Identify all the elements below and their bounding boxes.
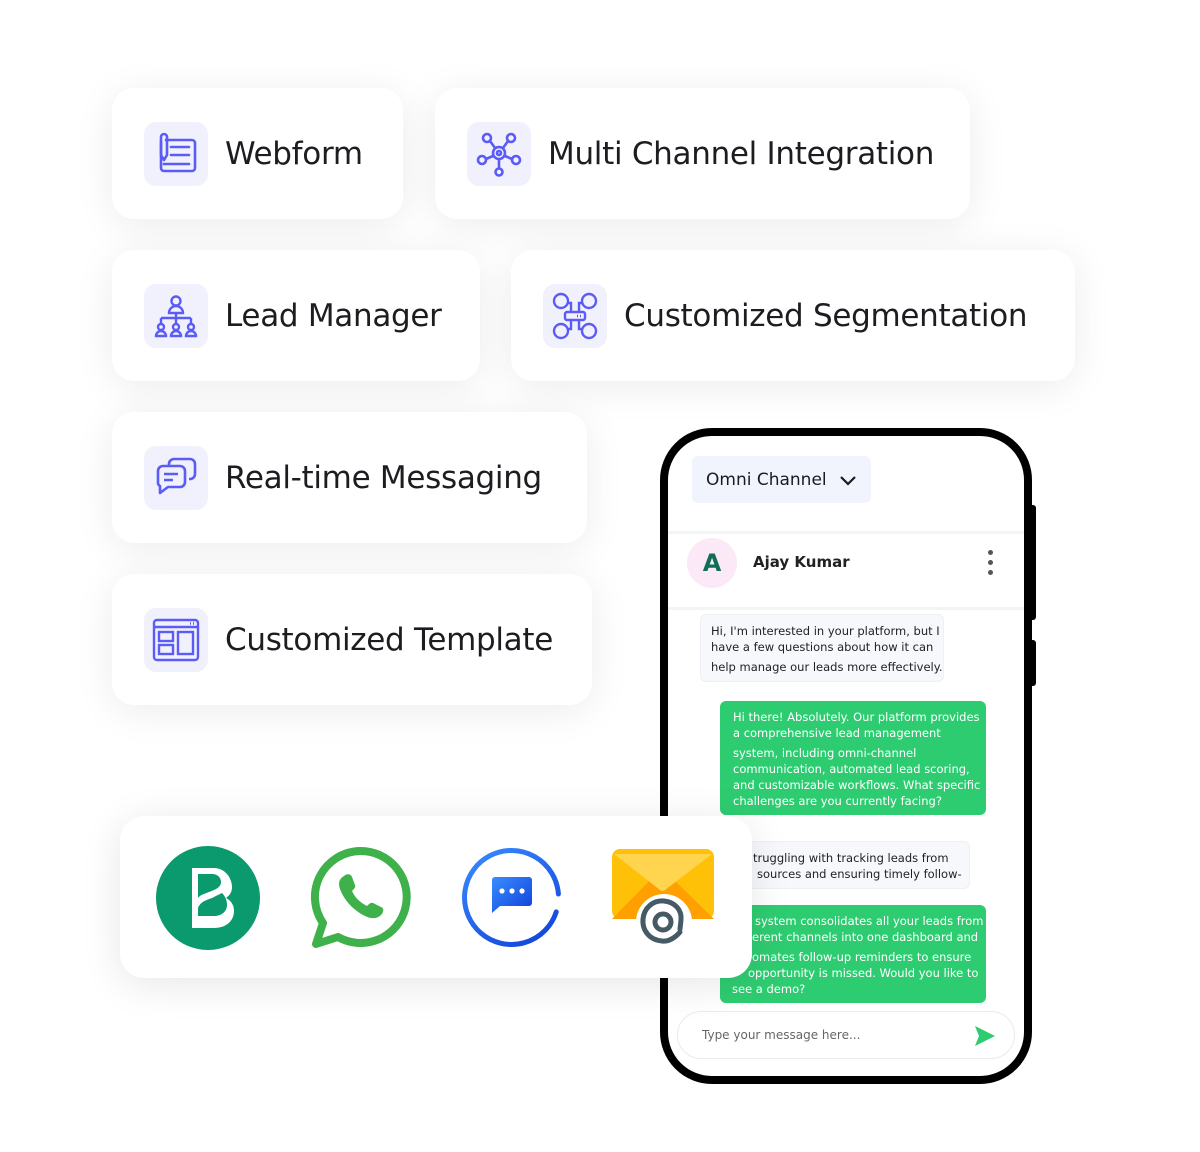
- email-at-icon[interactable]: [610, 846, 714, 950]
- feature-card-multi-channel[interactable]: Multi Channel Integration: [435, 88, 970, 219]
- message-incoming: Hi, I'm interested in your platform, but…: [700, 614, 944, 682]
- webform-icon: [144, 121, 208, 186]
- contact-name: Ajay Kumar: [753, 553, 850, 571]
- chevron-down-icon: [839, 475, 856, 486]
- feature-card-lead-manager[interactable]: Lead Manager: [112, 250, 480, 381]
- brevo-icon[interactable]: [156, 846, 260, 950]
- more-options-icon[interactable]: [988, 550, 996, 575]
- feature-label: Lead Manager: [225, 297, 442, 334]
- feature-card-webform[interactable]: Webform: [112, 88, 403, 219]
- org-chart-icon: [144, 283, 208, 348]
- phone-mockup: Omni Channel A Ajay Kumar Hi, I'm intere…: [660, 428, 1032, 1084]
- divider: [668, 531, 1024, 534]
- message-outgoing: Hi there! Absolutely. Our platform provi…: [720, 701, 986, 815]
- messenger-chat-icon[interactable]: [460, 846, 564, 950]
- channels-card: [120, 816, 752, 978]
- feature-label: Real-time Messaging: [225, 459, 542, 496]
- channel-dropdown[interactable]: Omni Channel: [692, 456, 871, 503]
- feature-label: Multi Channel Integration: [548, 135, 935, 172]
- feature-card-realtime-messaging[interactable]: Real-time Messaging: [112, 412, 587, 543]
- segmentation-icon: [543, 283, 607, 348]
- whatsapp-icon[interactable]: [308, 846, 412, 950]
- chat-bubbles-icon: [144, 445, 208, 510]
- feature-label: Customized Template: [225, 621, 554, 658]
- feature-label: Webform: [225, 135, 363, 172]
- message-incoming: truggling with tracking leads from source…: [740, 841, 970, 889]
- channel-dropdown-value: Omni Channel: [706, 469, 827, 490]
- network-hub-icon: [467, 121, 531, 186]
- avatar: A: [687, 538, 737, 588]
- message-outgoing: system consolidates all your leads from e…: [720, 905, 986, 1003]
- divider: [668, 607, 1024, 610]
- feature-label: Customized Segmentation: [624, 297, 1028, 334]
- feature-card-customized-template[interactable]: Customized Template: [112, 574, 592, 705]
- feature-card-segmentation[interactable]: Customized Segmentation: [511, 250, 1075, 381]
- message-input[interactable]: Type your message here...: [677, 1011, 1015, 1059]
- send-icon[interactable]: [974, 1025, 996, 1047]
- template-layout-icon: [144, 607, 208, 672]
- message-input-placeholder: Type your message here...: [702, 1028, 861, 1042]
- avatar-initial: A: [702, 549, 722, 577]
